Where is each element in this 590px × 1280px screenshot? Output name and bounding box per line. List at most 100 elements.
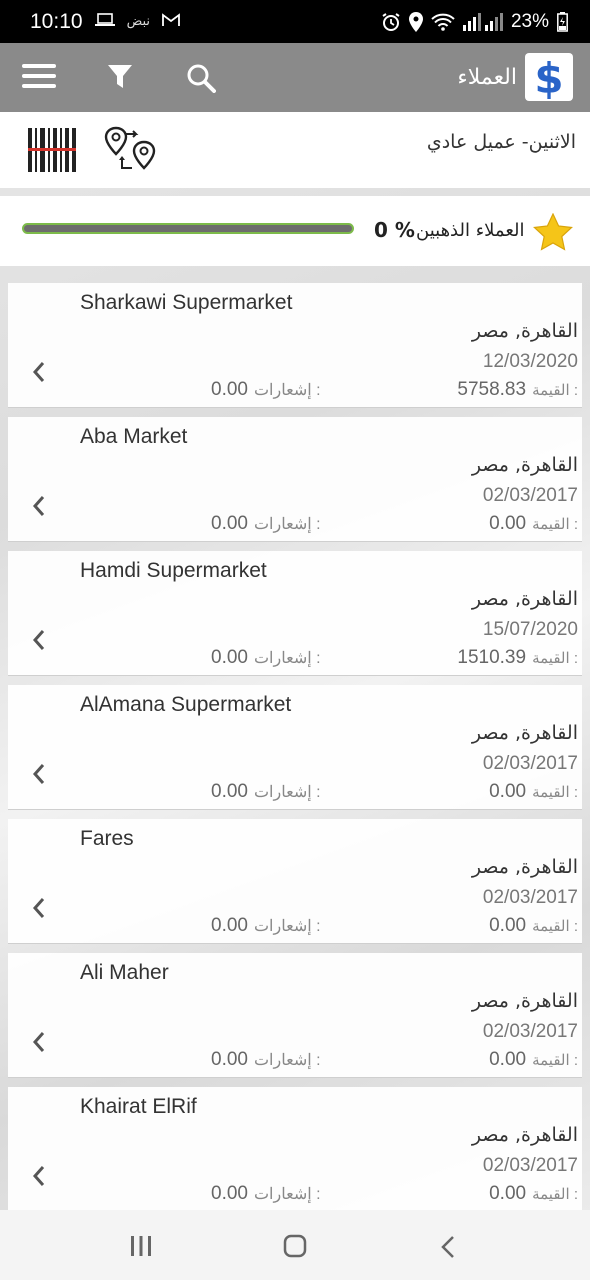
customer-city: القاهرة, مصر bbox=[471, 990, 578, 1012]
notif-amount: 0.00 bbox=[211, 915, 248, 936]
customer-name: AlAmana Supermarket bbox=[80, 693, 292, 716]
gold-customers-label: العملاء الذهبين bbox=[416, 220, 525, 241]
notif-amount: 0.00 bbox=[211, 1183, 248, 1204]
notif-amount: 0.00 bbox=[211, 513, 248, 534]
chevron-left-icon[interactable] bbox=[32, 361, 46, 387]
value-amount: 0.00 bbox=[489, 513, 527, 534]
customer-notifications: 0.00 إشعارات : bbox=[211, 647, 321, 669]
notif-amount: 0.00 bbox=[211, 647, 248, 668]
customer-date: 12/03/2020 bbox=[482, 351, 578, 372]
customer-value: 5758.83 القيمة : bbox=[457, 379, 578, 401]
status-time: 10:10 bbox=[30, 9, 83, 33]
value-amount: 5758.83 bbox=[457, 379, 527, 400]
chevron-left-icon[interactable] bbox=[32, 897, 46, 923]
value-label: القيمة : bbox=[532, 1186, 578, 1203]
recent-apps-icon[interactable] bbox=[130, 1235, 152, 1261]
day-customer-type: الاثنين- عميل عادي bbox=[426, 131, 576, 153]
value-amount: 0.00 bbox=[489, 781, 527, 802]
notif-label: إشعارات : bbox=[253, 1052, 321, 1069]
customer-date: 02/03/2017 bbox=[482, 1021, 578, 1042]
customer-date: 02/03/2017 bbox=[482, 1155, 578, 1176]
battery-icon bbox=[557, 11, 568, 32]
notif-amount: 0.00 bbox=[211, 781, 248, 802]
notif-label: إشعارات : bbox=[253, 650, 321, 667]
customer-notifications: 0.00 إشعارات : bbox=[211, 1049, 321, 1071]
customer-value: 1510.39 القيمة : bbox=[457, 647, 578, 669]
laptop-icon bbox=[94, 12, 115, 32]
customer-city: القاهرة, مصر bbox=[471, 722, 578, 744]
customer-card[interactable]: Ali Maher القاهرة, مصر 02/03/2017 0.00 ال… bbox=[8, 953, 582, 1078]
value-label: القيمة : bbox=[532, 784, 578, 801]
customer-notifications: 0.00 إشعارات : bbox=[211, 1183, 321, 1205]
notif-label: إشعارات : bbox=[253, 784, 321, 801]
value-amount: 0.00 bbox=[489, 1183, 527, 1204]
customer-card[interactable]: Aba Market القاهرة, مصر 02/03/2017 0.00 ا… bbox=[8, 417, 582, 542]
gold-percent: 0 % bbox=[374, 218, 415, 242]
value-label: القيمة : bbox=[532, 918, 578, 935]
page-title: العملاء bbox=[457, 64, 517, 90]
value-amount: 1510.39 bbox=[457, 647, 527, 668]
location-icon bbox=[408, 11, 423, 32]
notif-label: إشعارات : bbox=[253, 382, 321, 399]
customer-notifications: 0.00 إشعارات : bbox=[211, 915, 321, 937]
value-amount: 0.00 bbox=[489, 1049, 527, 1070]
customer-city: القاهرة, مصر bbox=[471, 320, 578, 342]
customer-card[interactable]: AlAmana Supermarket القاهرة, مصر 02/03/2… bbox=[8, 685, 582, 810]
customer-date: 15/07/2020 bbox=[482, 619, 578, 640]
value-label: القيمة : bbox=[532, 650, 578, 667]
customer-name: Hamdi Supermarket bbox=[80, 559, 267, 582]
notif-amount: 0.00 bbox=[211, 1049, 248, 1070]
back-icon[interactable] bbox=[440, 1235, 456, 1263]
app-logo: $ bbox=[525, 53, 573, 101]
customer-city: القاهرة, مصر bbox=[471, 1124, 578, 1146]
customer-value: 0.00 القيمة : bbox=[489, 1183, 578, 1205]
customer-notifications: 0.00 إشعارات : bbox=[211, 513, 321, 535]
customer-name: Khairat ElRif bbox=[80, 1095, 197, 1118]
notif-label: إشعارات : bbox=[253, 516, 321, 533]
alarm-icon bbox=[381, 12, 401, 32]
customer-card[interactable]: Khairat ElRif القاهرة, مصر 02/03/2017 0.… bbox=[8, 1087, 582, 1212]
menu-icon[interactable] bbox=[22, 63, 56, 93]
logo-glyph: $ bbox=[534, 55, 563, 99]
barcode-icon[interactable] bbox=[28, 128, 76, 176]
wifi-icon bbox=[431, 13, 455, 31]
customer-city: القاهرة, مصر bbox=[471, 588, 578, 610]
customer-date: 02/03/2017 bbox=[482, 753, 578, 774]
customer-notifications: 0.00 إشعارات : bbox=[211, 781, 321, 803]
customer-city: القاهرة, مصر bbox=[471, 856, 578, 878]
customer-name: Aba Market bbox=[80, 425, 188, 448]
customer-date: 02/03/2017 bbox=[482, 887, 578, 908]
customer-value: 0.00 القيمة : bbox=[489, 513, 578, 535]
home-icon[interactable] bbox=[283, 1234, 307, 1262]
route-icon[interactable] bbox=[104, 126, 158, 178]
customer-card[interactable]: Fares القاهرة, مصر 02/03/2017 0.00 القيمة… bbox=[8, 819, 582, 944]
app-bar: العملاء $ bbox=[0, 43, 590, 112]
customer-value: 0.00 القيمة : bbox=[489, 915, 578, 937]
filter-icon[interactable] bbox=[108, 64, 132, 94]
value-label: القيمة : bbox=[532, 382, 578, 399]
system-nav-bar bbox=[0, 1210, 590, 1280]
app-title-area: العملاء $ bbox=[457, 53, 573, 101]
notif-label: إشعارات : bbox=[253, 918, 321, 935]
notif-label: إشعارات : bbox=[253, 1186, 321, 1203]
customer-card[interactable]: Sharkawi Supermarket القاهرة, مصر 12/03/… bbox=[8, 283, 582, 408]
customer-value: 0.00 القيمة : bbox=[489, 781, 578, 803]
chevron-left-icon[interactable] bbox=[32, 763, 46, 789]
value-amount: 0.00 bbox=[489, 915, 527, 936]
value-label: القيمة : bbox=[532, 516, 578, 533]
customer-name: Fares bbox=[80, 827, 134, 850]
value-label: القيمة : bbox=[532, 1052, 578, 1069]
battery-text: 23% bbox=[510, 10, 549, 32]
customer-notifications: 0.00 إشعارات : bbox=[211, 379, 321, 401]
customer-card[interactable]: Hamdi Supermarket القاهرة, مصر 15/07/202… bbox=[8, 551, 582, 676]
status-extra-label: نبض bbox=[126, 14, 151, 29]
signal-icon bbox=[462, 12, 503, 31]
chevron-left-icon[interactable] bbox=[32, 1165, 46, 1191]
gold-customers-row: 0 % العملاء الذهبين bbox=[0, 196, 590, 266]
search-icon[interactable] bbox=[186, 63, 216, 97]
customer-name: Ali Maher bbox=[80, 961, 169, 984]
chevron-left-icon[interactable] bbox=[32, 495, 46, 521]
chevron-left-icon[interactable] bbox=[32, 1031, 46, 1057]
chevron-left-icon[interactable] bbox=[32, 629, 46, 655]
customer-value: 0.00 القيمة : bbox=[489, 1049, 578, 1071]
